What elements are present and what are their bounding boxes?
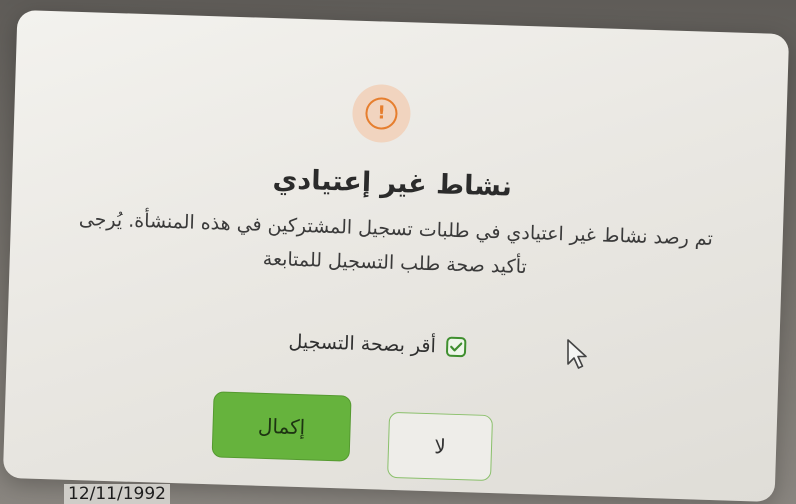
background-date-text: 12/11/1992 bbox=[64, 484, 170, 504]
warning-icon-container: ! bbox=[351, 83, 412, 144]
exclamation-circle-icon: ! bbox=[364, 96, 398, 130]
complete-button[interactable]: إكمال bbox=[211, 391, 352, 462]
dialog-title: نشاط غير إعتيادي bbox=[272, 164, 513, 203]
dialog-message: تم رصد نشاط غير اعتيادي في طلبات تسجيل ا… bbox=[49, 201, 741, 291]
no-button-label: لا bbox=[433, 434, 447, 459]
confirm-registration-row[interactable]: أقر بصحة التسجيل bbox=[247, 329, 508, 359]
confirm-registration-checkbox[interactable] bbox=[445, 336, 467, 358]
checkmark-icon bbox=[449, 342, 462, 352]
no-button[interactable]: لا bbox=[387, 411, 494, 482]
complete-button-label: إكمال bbox=[257, 413, 306, 440]
exclamation-glyph: ! bbox=[377, 102, 386, 124]
mouse-pointer-icon bbox=[567, 339, 587, 369]
unusual-activity-dialog: ! نشاط غير إعتيادي تم رصد نشاط غير اعتيا… bbox=[2, 9, 790, 503]
confirm-registration-label: أقر بصحة التسجيل bbox=[288, 330, 437, 358]
